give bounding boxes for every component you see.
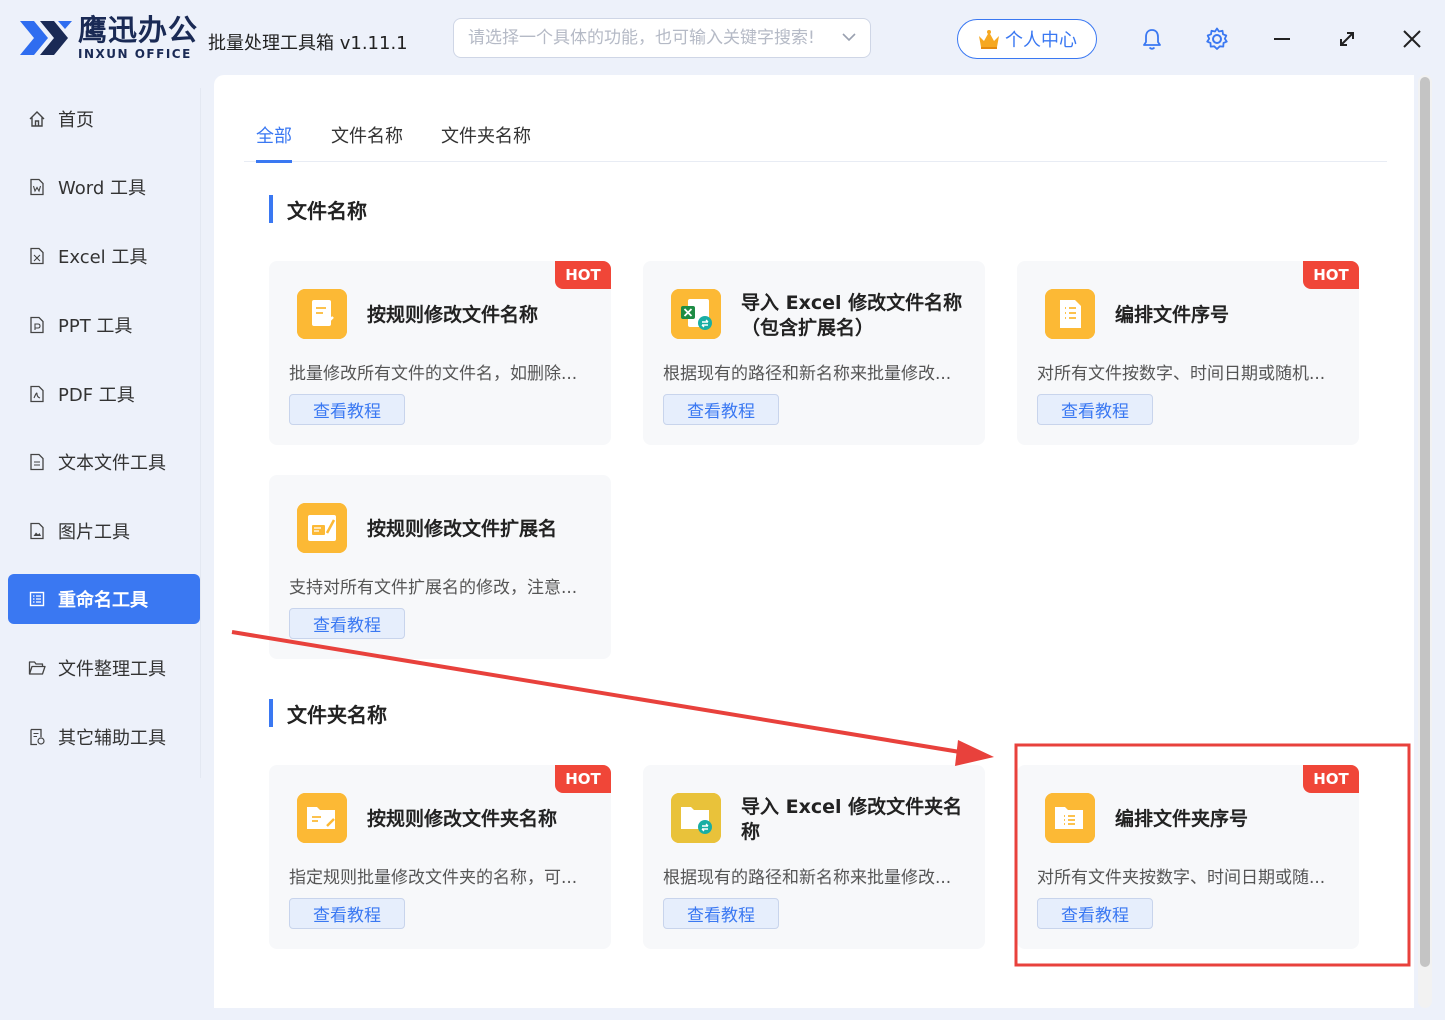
card-title: 按规则修改文件扩展名	[367, 518, 558, 540]
card-rename-folder-by-rule[interactable]: HOT 按规则修改文件夹名称 指定规则批量修改文件夹的名称，可... 查看教程	[269, 765, 611, 949]
sidebar-item-text[interactable]: 文本文件工具	[8, 437, 200, 487]
card-rename-extension[interactable]: 按规则修改文件扩展名 支持对所有文件扩展名的修改，注意... 查看教程	[269, 475, 611, 659]
card-title: 导入 Excel 修改文件夹名称	[741, 796, 963, 843]
active-tab-indicator	[256, 160, 292, 163]
sidebar-divider	[200, 88, 201, 778]
sidebar-item-ppt[interactable]: PPT 工具	[8, 300, 200, 350]
pdf-file-icon	[30, 385, 44, 403]
folder-sync-icon	[671, 793, 721, 843]
sidebar-item-label: PDF 工具	[58, 385, 135, 406]
tab-all[interactable]: 全部	[256, 122, 292, 148]
section-title-file-name: 文件名称	[269, 195, 367, 224]
tab-folder-name[interactable]: 文件夹名称	[441, 122, 531, 148]
excel-file-icon	[30, 247, 44, 265]
hot-badge: HOT	[1303, 765, 1359, 793]
tab-bar: 全部 文件名称 文件夹名称	[244, 110, 1387, 163]
card-number-files[interactable]: HOT 编排文件序号 对所有文件按数字、时间日期或随机... 查看教程	[1017, 261, 1359, 445]
view-tutorial-button[interactable]: 查看教程	[289, 608, 405, 639]
card-rename-file-by-rule[interactable]: HOT 按规则修改文件名称 批量修改所有文件的文件名，如删除... 查看教程	[269, 261, 611, 445]
ppt-file-icon	[30, 316, 44, 334]
sidebar-item-label: 首页	[58, 110, 94, 131]
sidebar: 首页 Word 工具 Excel 工具 PPT 工具 PDF 工具 文本文件工具…	[0, 78, 214, 1020]
sidebar-item-label: 其它辅助工具	[58, 728, 166, 749]
sidebar-item-label: 文件整理工具	[58, 659, 166, 680]
card-excel-import-file-name[interactable]: 导入 Excel 修改文件名称（包含扩展名） 根据现有的路径和新名称来批量修改.…	[643, 261, 985, 445]
view-tutorial-button[interactable]: 查看教程	[289, 898, 405, 929]
search-box[interactable]	[453, 18, 871, 58]
gear-icon[interactable]	[1204, 26, 1230, 52]
bell-icon[interactable]	[1139, 26, 1165, 52]
sidebar-item-label: 文本文件工具	[58, 453, 166, 474]
crown-icon	[979, 30, 999, 49]
view-tutorial-button[interactable]: 查看教程	[663, 394, 779, 425]
hot-badge: HOT	[555, 261, 611, 289]
title-bar: 鹰迅办公 INXUN OFFICE 批量处理工具箱 v1.11.1 个人中心	[0, 0, 1445, 78]
sidebar-item-label: 重命名工具	[58, 590, 148, 611]
user-center-label: 个人中心	[1005, 30, 1077, 51]
brand-name: 鹰迅办公	[78, 13, 199, 47]
close-icon[interactable]	[1399, 26, 1425, 52]
rename-list-icon	[29, 591, 45, 607]
card-description: 批量修改所有文件的文件名，如删除...	[289, 364, 578, 384]
home-icon	[29, 111, 45, 127]
tab-file-name[interactable]: 文件名称	[331, 122, 403, 148]
main-panel: 全部 文件名称 文件夹名称 文件名称 HOT 按规则修改文件名称 批量修改所有文…	[214, 75, 1414, 1008]
view-tutorial-button[interactable]: 查看教程	[663, 898, 779, 929]
card-title: 按规则修改文件夹名称	[367, 808, 558, 830]
sidebar-item-file-organize[interactable]: 文件整理工具	[8, 643, 200, 693]
card-description: 对所有文件夹按数字、时间日期或随...	[1037, 868, 1326, 888]
card-description: 支持对所有文件扩展名的修改，注意...	[289, 578, 578, 598]
logo-mark-icon	[20, 21, 72, 55]
card-description: 指定规则批量修改文件夹的名称，可...	[289, 868, 578, 888]
folder-open-icon	[28, 661, 46, 675]
folder-edit-icon	[297, 793, 347, 843]
extension-edit-icon	[297, 503, 347, 553]
card-description: 根据现有的路径和新名称来批量修改...	[663, 868, 952, 888]
maximize-icon[interactable]	[1334, 26, 1360, 52]
image-file-icon	[30, 522, 44, 540]
sidebar-item-other-tools[interactable]: 其它辅助工具	[8, 712, 200, 762]
user-center-button[interactable]: 个人中心	[957, 19, 1097, 59]
view-tutorial-button[interactable]: 查看教程	[1037, 898, 1153, 929]
sidebar-item-label: 图片工具	[58, 522, 130, 543]
brand-name-en: INXUN OFFICE	[78, 47, 192, 61]
excel-import-icon	[671, 289, 721, 339]
sidebar-item-word[interactable]: Word 工具	[8, 162, 200, 212]
hot-badge: HOT	[555, 765, 611, 793]
sidebar-item-image[interactable]: 图片工具	[8, 506, 200, 556]
card-title: 按规则修改文件名称	[367, 304, 539, 326]
sidebar-item-label: Excel 工具	[58, 247, 148, 268]
scrollbar[interactable]	[1418, 75, 1432, 1008]
sidebar-item-excel[interactable]: Excel 工具	[8, 231, 200, 281]
numbered-list-icon	[1045, 289, 1095, 339]
sidebar-item-label: PPT 工具	[58, 316, 133, 337]
card-description: 根据现有的路径和新名称来批量修改...	[663, 364, 952, 384]
tools-file-icon	[30, 728, 45, 746]
hot-badge: HOT	[1303, 261, 1359, 289]
chevron-down-icon[interactable]	[840, 28, 858, 46]
sidebar-item-rename[interactable]: 重命名工具	[8, 574, 200, 624]
card-title: 编排文件序号	[1115, 304, 1230, 326]
card-excel-import-folder-name[interactable]: 导入 Excel 修改文件夹名称 根据现有的路径和新名称来批量修改... 查看教…	[643, 765, 985, 949]
search-input[interactable]	[454, 19, 834, 57]
app-logo: 鹰迅办公 INXUN OFFICE	[18, 16, 198, 60]
scrollbar-thumb[interactable]	[1420, 77, 1430, 967]
view-tutorial-button[interactable]: 查看教程	[289, 394, 405, 425]
card-number-folders[interactable]: HOT 编排文件夹序号 对所有文件夹按数字、时间日期或随... 查看教程	[1017, 765, 1359, 949]
folder-list-icon	[1045, 793, 1095, 843]
document-edit-icon	[297, 289, 347, 339]
sidebar-item-pdf[interactable]: PDF 工具	[8, 369, 200, 419]
sidebar-item-home[interactable]: 首页	[8, 94, 200, 144]
card-title: 导入 Excel 修改文件名称（包含扩展名）	[741, 292, 963, 339]
word-file-icon	[30, 178, 44, 196]
card-description: 对所有文件按数字、时间日期或随机...	[1037, 364, 1326, 384]
card-title: 编排文件夹序号	[1115, 808, 1249, 830]
text-file-icon	[30, 453, 44, 471]
minimize-icon[interactable]	[1269, 26, 1295, 52]
sidebar-item-label: Word 工具	[58, 178, 146, 199]
app-title: 批量处理工具箱 v1.11.1	[208, 33, 408, 54]
section-title-folder-name: 文件夹名称	[269, 699, 387, 728]
view-tutorial-button[interactable]: 查看教程	[1037, 394, 1153, 425]
